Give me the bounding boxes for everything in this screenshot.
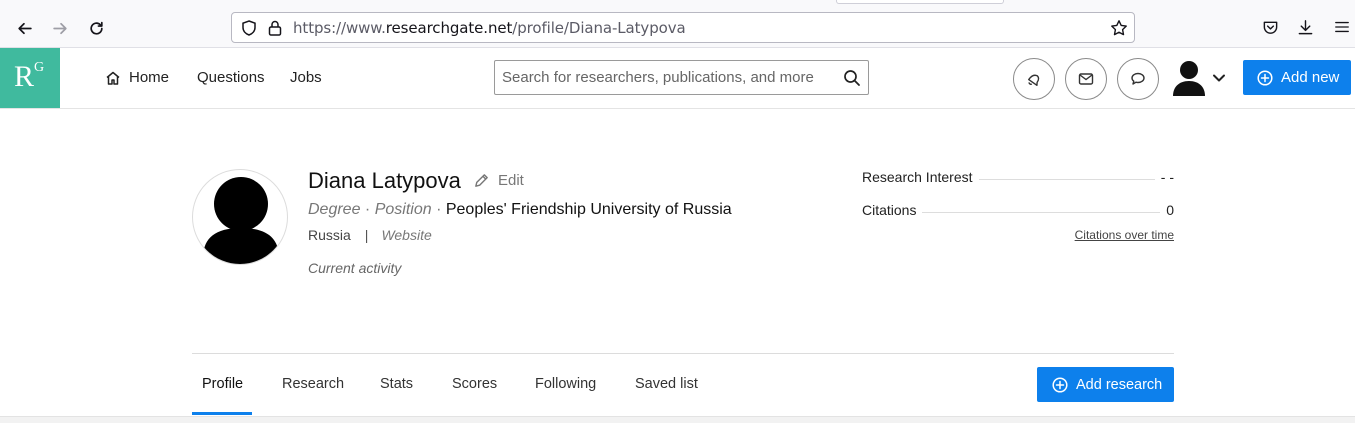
pocket-icon — [1263, 21, 1277, 34]
reload-icon — [89, 21, 103, 35]
shield-icon[interactable] — [240, 19, 258, 37]
hamburger-menu-icon — [1335, 21, 1349, 33]
reload-button[interactable] — [82, 14, 110, 42]
back-button[interactable] — [10, 14, 38, 42]
bookmark-star-icon[interactable] — [1110, 19, 1128, 37]
active-tab-indicator — [192, 412, 252, 415]
researchgate-logo[interactable]: R G — [0, 48, 60, 108]
country-text: Russia — [308, 227, 351, 243]
search-input[interactable] — [502, 69, 832, 86]
add-research-label: Add research — [1076, 376, 1163, 393]
bell-icon — [1028, 74, 1040, 87]
home-icon[interactable] — [105, 70, 121, 86]
website-link[interactable]: Website — [381, 227, 431, 243]
url-text[interactable]: https://www.researchgate.net/profile/Dia… — [293, 19, 686, 37]
search-icon[interactable] — [843, 69, 861, 87]
chat-button[interactable] — [1117, 58, 1159, 100]
lock-icon[interactable] — [266, 19, 284, 37]
person-silhouette-icon — [203, 177, 279, 264]
add-research-button[interactable]: Add research — [1037, 367, 1174, 402]
logo-letter-g: G — [34, 60, 45, 75]
tab-scores[interactable]: Scores — [452, 376, 497, 392]
citations-over-time-link[interactable]: Citations over time — [1075, 228, 1174, 242]
nav-questions[interactable]: Questions — [197, 69, 265, 86]
arrow-left-icon — [17, 22, 32, 34]
chat-bubble-icon — [1131, 72, 1145, 85]
research-interest-value: - - — [1154, 169, 1174, 185]
tab-profile[interactable]: Profile — [202, 376, 243, 392]
tab-research[interactable]: Research — [282, 376, 344, 392]
research-interest-label: Research Interest — [862, 169, 979, 185]
pocket-button[interactable] — [1259, 16, 1281, 38]
menu-button[interactable] — [1331, 16, 1353, 38]
arrow-right-icon — [52, 22, 67, 34]
envelope-icon — [1078, 73, 1094, 85]
research-interest-row: Research Interest - - — [862, 169, 1174, 189]
edit-label: Edit — [498, 172, 524, 189]
browser-tab-edge — [836, 0, 1004, 4]
degree-link[interactable]: Degree — [308, 201, 360, 218]
citations-row: Citations 0 — [862, 202, 1174, 222]
citations-label: Citations — [862, 202, 923, 218]
chevron-down-icon[interactable] — [1212, 73, 1226, 83]
messages-button[interactable] — [1065, 58, 1107, 100]
profile-affiliation: Degree · Position · Peoples' Friendship … — [308, 201, 732, 218]
tabs-divider — [192, 353, 1174, 354]
position-link[interactable]: Position — [375, 201, 432, 218]
current-activity-link[interactable]: Current activity — [308, 260, 401, 276]
download-icon — [1298, 19, 1312, 34]
nav-home[interactable]: Home — [129, 69, 169, 86]
profile-location: Russia | Website — [308, 227, 432, 243]
notifications-button[interactable] — [1013, 58, 1055, 100]
search-box — [494, 60, 869, 95]
browser-toolbar: https://www.researchgate.net/profile/Dia… — [0, 0, 1355, 48]
add-new-button[interactable]: Add new — [1243, 60, 1351, 95]
content-area-edge — [0, 416, 1355, 423]
downloads-button[interactable] — [1294, 16, 1316, 38]
site-header: R G Home Questions Jobs Add new — [0, 48, 1355, 109]
add-new-label: Add new — [1281, 69, 1340, 86]
forward-button[interactable] — [46, 14, 74, 42]
nav-jobs[interactable]: Jobs — [290, 69, 322, 86]
tab-stats[interactable]: Stats — [380, 376, 413, 392]
edit-profile-link[interactable]: Edit — [473, 172, 524, 189]
profile-name: Diana Latypova — [308, 168, 461, 193]
url-bar[interactable]: https://www.researchgate.net/profile/Dia… — [231, 12, 1135, 43]
logo-letter-r: R — [14, 60, 35, 93]
profile-avatar[interactable] — [192, 169, 288, 265]
plus-circle-icon — [1257, 69, 1273, 86]
tab-saved-list[interactable]: Saved list — [635, 376, 698, 392]
plus-circle-icon — [1052, 376, 1068, 393]
citations-value: 0 — [1160, 202, 1174, 218]
institution-link[interactable]: Peoples' Friendship University of Russia — [446, 201, 732, 218]
user-avatar-icon[interactable] — [1171, 59, 1207, 97]
pencil-icon — [475, 174, 488, 187]
tab-following[interactable]: Following — [535, 376, 596, 392]
